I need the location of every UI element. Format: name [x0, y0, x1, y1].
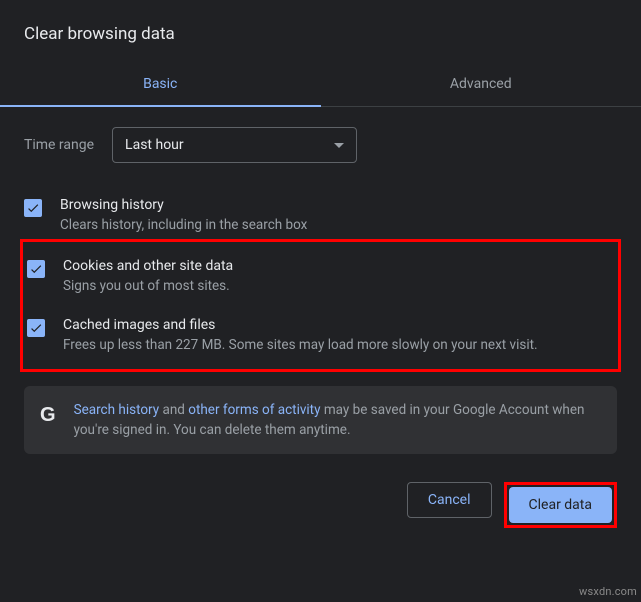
info-box: G Search history and other forms of acti…: [24, 386, 617, 455]
tab-basic[interactable]: Basic: [0, 64, 321, 106]
check-icon: [29, 321, 43, 335]
highlight-box: Cookies and other site data Signs you ou…: [20, 239, 621, 372]
link-other-activity[interactable]: other forms of activity: [188, 402, 320, 418]
option-desc: Frees up less than 227 MB. Some sites ma…: [63, 335, 614, 355]
checkbox-cached[interactable]: [27, 319, 45, 337]
option-title: Browsing history: [60, 197, 617, 213]
time-range-row: Time range Last hour: [24, 127, 617, 163]
info-mid: and: [159, 402, 188, 418]
tabs: Basic Advanced: [0, 64, 641, 107]
option-text: Browsing history Clears history, includi…: [60, 197, 617, 235]
chevron-down-icon: [334, 143, 344, 148]
option-browsing-history: Browsing history Clears history, includi…: [24, 187, 617, 245]
info-text: Search history and other forms of activi…: [74, 400, 601, 441]
check-icon: [29, 262, 43, 276]
option-cached: Cached images and files Frees up less th…: [27, 307, 614, 365]
clear-browsing-data-dialog: Clear browsing data Basic Advanced Time …: [0, 0, 641, 544]
time-range-value: Last hour: [125, 137, 184, 153]
time-range-select[interactable]: Last hour: [112, 127, 357, 163]
link-search-history[interactable]: Search history: [74, 402, 160, 418]
google-icon: G: [40, 404, 56, 427]
tab-advanced[interactable]: Advanced: [321, 64, 641, 106]
checkbox-browsing-history[interactable]: [24, 199, 42, 217]
option-desc: Signs you out of most sites.: [63, 276, 614, 296]
cancel-button[interactable]: Cancel: [407, 482, 492, 518]
option-title: Cookies and other site data: [63, 258, 614, 274]
option-title: Cached images and files: [63, 317, 614, 333]
option-text: Cookies and other site data Signs you ou…: [63, 258, 614, 296]
option-desc: Clears history, including in the search …: [60, 215, 617, 235]
options-list: Browsing history Clears history, includi…: [24, 187, 617, 368]
clear-data-button[interactable]: Clear data: [509, 487, 612, 523]
highlight-clear-button: Clear data: [504, 482, 617, 528]
watermark: wsxdn.com: [579, 585, 637, 598]
time-range-label: Time range: [24, 137, 94, 153]
option-cookies: Cookies and other site data Signs you ou…: [27, 248, 614, 306]
dialog-actions: Cancel Clear data: [24, 482, 617, 528]
checkbox-cookies[interactable]: [27, 260, 45, 278]
check-icon: [26, 201, 40, 215]
dialog-title: Clear browsing data: [24, 24, 617, 44]
option-text: Cached images and files Frees up less th…: [63, 317, 614, 355]
